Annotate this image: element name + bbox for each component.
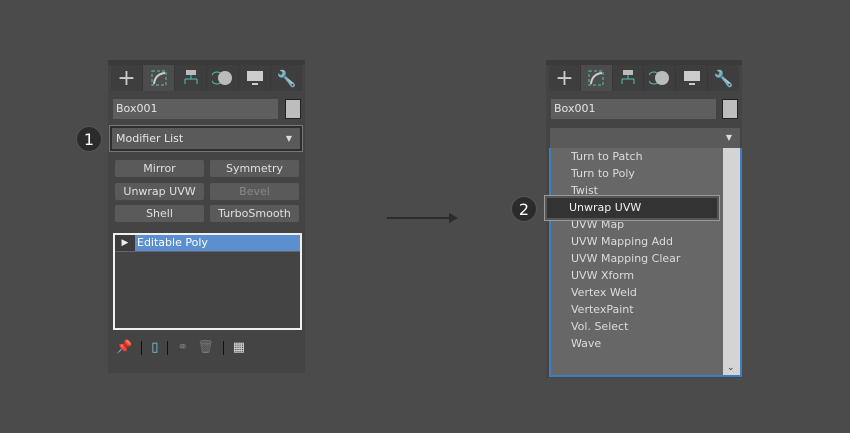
pin-stack-icon[interactable]: 📌	[116, 340, 132, 355]
display-icon	[683, 71, 700, 85]
motion-tab[interactable]	[644, 65, 677, 91]
object-name-field[interactable]: Box001	[551, 99, 716, 119]
command-panel-left: + 🔧 Box001 Modifier List ▼ Mirror Symmet…	[108, 60, 305, 373]
step-badge-2: 2	[511, 196, 537, 222]
command-tabs: + 🔧	[111, 65, 302, 91]
command-tabs: + 🔧	[549, 65, 739, 91]
modifier-list-dropdown[interactable]: Modifier List ▼	[110, 126, 302, 151]
list-item[interactable]: Vertex Weld	[571, 284, 637, 301]
arrow-icon	[387, 213, 458, 223]
modify-icon	[151, 70, 166, 86]
list-item[interactable]: Wave	[571, 335, 601, 352]
modifier-list-dropdown[interactable]: ▼	[550, 128, 740, 148]
wrench-icon: 🔧	[713, 68, 734, 88]
modifier-stack: ▶ Editable Poly	[113, 233, 302, 330]
show-end-result-icon[interactable]: ▯	[151, 340, 158, 355]
object-name-field[interactable]: Box001	[113, 99, 278, 119]
list-item[interactable]: Turn to Patch	[571, 148, 643, 165]
dropdown-caret-icon: ▼	[285, 134, 292, 143]
list-item[interactable]: UVW Xform	[571, 267, 634, 284]
motion-icon	[211, 71, 232, 85]
display-tab[interactable]	[239, 65, 271, 91]
utilities-tab[interactable]: 🔧	[271, 65, 302, 91]
hierarchy-tab[interactable]	[175, 65, 207, 91]
object-color-swatch[interactable]	[722, 99, 738, 119]
create-tab[interactable]: +	[549, 65, 581, 91]
stack-toolbar: 📌 ▯ ⚭ 🗑 ▦	[116, 340, 245, 355]
create-tab[interactable]: +	[111, 65, 143, 91]
display-tab[interactable]	[676, 65, 709, 91]
step-badge-1: 1	[76, 126, 102, 152]
make-unique-icon[interactable]: ⚭	[177, 340, 188, 355]
scroll-down-icon[interactable]: ⌄	[727, 363, 735, 373]
motion-tab[interactable]	[207, 65, 239, 91]
object-color-swatch[interactable]	[285, 99, 301, 119]
unwrap-uvw-button[interactable]: Unwrap UVW	[115, 183, 204, 200]
utilities-tab[interactable]: 🔧	[708, 65, 739, 91]
plus-icon: +	[117, 65, 136, 91]
wrench-icon: 🔧	[276, 68, 297, 88]
configure-modifier-sets-icon[interactable]: ▦	[233, 340, 245, 355]
remove-modifier-icon[interactable]: 🗑	[197, 340, 214, 355]
plus-icon: +	[555, 65, 574, 91]
dropdown-caret-icon: ▼	[725, 133, 732, 142]
symmetry-button[interactable]: Symmetry	[210, 160, 299, 177]
hierarchy-icon	[184, 70, 197, 84]
stack-item[interactable]: ▶ Editable Poly	[115, 235, 300, 252]
shell-button[interactable]: Shell	[115, 205, 204, 222]
list-item[interactable]: Vol. Select	[571, 318, 628, 335]
modify-icon	[588, 70, 604, 86]
hierarchy-icon	[621, 70, 635, 84]
bevel-button: Bevel	[210, 183, 299, 200]
list-item[interactable]: Turn to Poly	[571, 165, 635, 182]
modify-tab[interactable]	[143, 65, 175, 91]
list-item[interactable]: UVW Mapping Add	[571, 233, 673, 250]
motion-icon	[648, 71, 669, 85]
stack-item-label: Editable Poly	[135, 235, 300, 251]
display-icon	[246, 71, 263, 85]
expand-arrow-icon[interactable]: ▶	[115, 235, 135, 251]
list-item[interactable]: VertexPaint	[571, 301, 634, 318]
mirror-button[interactable]: Mirror	[115, 160, 204, 177]
hierarchy-tab[interactable]	[613, 65, 645, 91]
scrollbar[interactable]: ⌄	[723, 148, 740, 375]
modifier-dropdown-list: Turn to Patch Turn to Poly Twist UVW Map…	[549, 148, 742, 377]
highlighted-list-item-unwrap-uvw[interactable]: Unwrap UVW	[545, 196, 719, 220]
modifier-list-label: Modifier List	[116, 132, 184, 145]
list-item[interactable]: UVW Mapping Clear	[571, 250, 680, 267]
modify-tab[interactable]	[580, 65, 613, 91]
turbosmooth-button[interactable]: TurboSmooth	[210, 205, 299, 222]
